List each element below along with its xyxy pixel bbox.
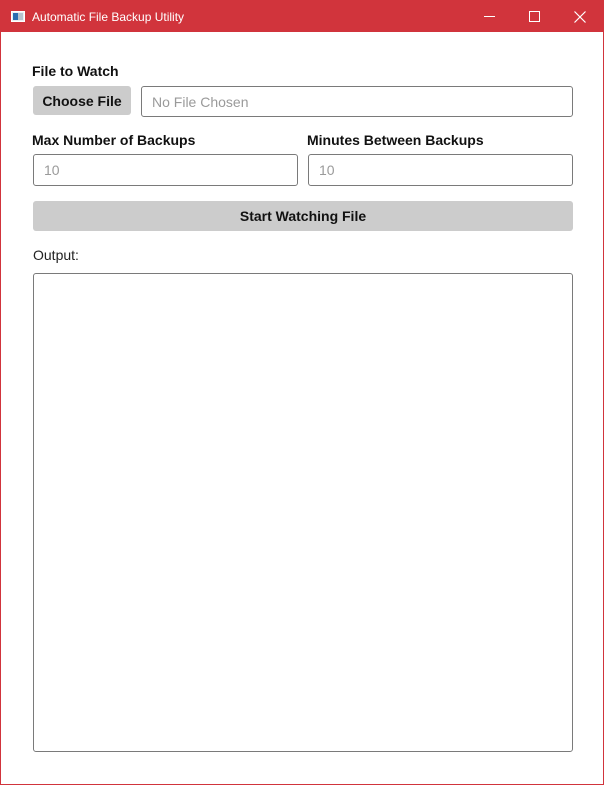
maximize-button[interactable] (512, 1, 557, 32)
file-to-watch-label: File to Watch (32, 63, 119, 79)
app-icon (11, 11, 25, 22)
app-window: Automatic File Backup Utility File to Wa… (0, 0, 604, 785)
window-title: Automatic File Backup Utility (32, 10, 185, 24)
close-button[interactable] (557, 1, 602, 32)
output-label: Output: (33, 247, 79, 263)
title-bar[interactable]: Automatic File Backup Utility (1, 1, 603, 32)
minutes-between-backups-label: Minutes Between Backups (307, 132, 484, 148)
minimize-icon (484, 16, 495, 17)
max-backups-label: Max Number of Backups (32, 132, 196, 148)
close-icon (573, 10, 586, 23)
minimize-button[interactable] (467, 1, 512, 32)
output-textarea[interactable] (33, 273, 573, 752)
maximize-icon (529, 11, 540, 22)
file-path-field[interactable]: No File Chosen (141, 86, 573, 117)
minutes-between-backups-input[interactable]: 10 (308, 154, 573, 186)
start-watching-button[interactable]: Start Watching File (33, 201, 573, 231)
max-backups-input[interactable]: 10 (33, 154, 298, 186)
choose-file-button[interactable]: Choose File (33, 86, 131, 115)
